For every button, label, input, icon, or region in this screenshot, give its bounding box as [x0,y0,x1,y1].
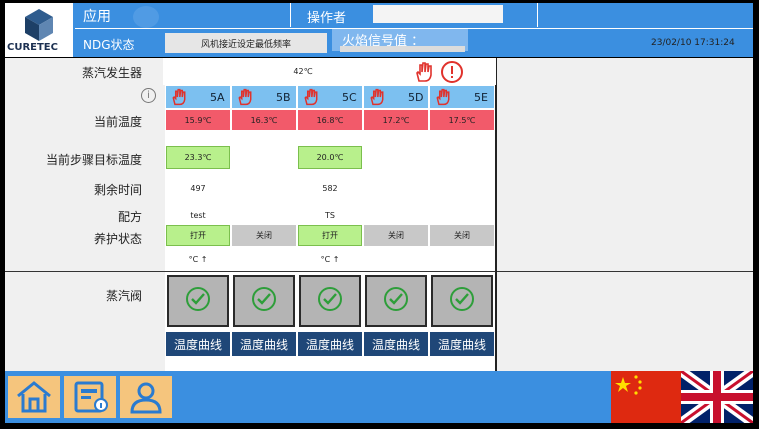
current-temp-cell: 16.3℃ [232,110,296,130]
ndg-status-field: 风机接近设定最低频率 [165,33,327,53]
hand-stop-icon[interactable] [413,61,435,83]
recipe-cell: test [190,210,206,220]
divider [5,271,753,272]
current-temp-cell: 16.8℃ [298,110,362,130]
chamber-name: 5B [276,91,291,104]
app-indicator-icon [133,6,159,28]
hand-stop-icon[interactable] [434,88,452,110]
divider [290,3,291,27]
ndg-label: NDG状态 [83,38,135,52]
hand-stop-icon[interactable] [236,88,254,110]
remaining-time-cell [430,181,494,195]
curing-status-cell[interactable]: 关闭 [364,225,428,246]
hand-stop-icon[interactable] [170,88,188,110]
info-icon[interactable]: i [141,88,156,103]
datetime: 23/02/10 17:31:24 [651,38,735,48]
home-icon [17,381,51,413]
report-button[interactable] [64,376,116,418]
app-label[interactable]: 应用 [83,6,111,26]
check-circle-icon [251,286,277,316]
steam-valve-indicator[interactable] [233,275,295,327]
home-button[interactable] [8,376,60,418]
divider [537,3,538,27]
check-circle-icon [449,286,475,316]
label-remaining-time: 剩余时间 [93,183,142,197]
divider [496,58,497,371]
alarm-icon[interactable] [440,60,464,84]
label-curing-status: 养护状态 [93,232,142,246]
label-current-temp: 当前温度 [93,115,142,129]
hand-stop-icon[interactable] [368,88,386,110]
operator-label: 操作者 [307,11,347,26]
steam-valve-indicator[interactable] [299,275,361,327]
china-flag-icon[interactable] [611,371,681,423]
recipe-cell [232,209,296,221]
check-circle-icon [383,286,409,316]
check-circle-icon [317,286,343,316]
current-temp-cell: 17.2℃ [364,110,428,130]
chamber-name: 5C [342,91,357,104]
logo: CURETEC [5,3,73,57]
logo-text: CURETEC [7,42,58,53]
user-icon [130,382,162,414]
target-temp-cell: 20.0℃ [298,146,362,169]
china-flag-stars [615,375,642,395]
temp-curve-button[interactable]: 温度曲线 [364,332,428,356]
chamber-name: 5E [474,91,488,104]
temp-curve-button[interactable]: 温度曲线 [298,332,362,356]
target-temp-cell: 23.3℃ [166,146,230,169]
label-recipe: 配方 [117,210,142,224]
label-steam-generator: 蒸汽发生器 [81,66,142,80]
report-icon [74,381,108,413]
recipe-cell [364,209,428,221]
flame-bar [340,46,465,52]
steam-valve-indicator[interactable] [167,275,229,327]
temp-curve-button[interactable]: 温度曲线 [430,332,494,356]
steam-valve-indicator[interactable] [365,275,427,327]
current-temp-cell: 17.5℃ [430,110,494,130]
recipe-cell [430,209,494,221]
curing-status-cell[interactable]: 打开 [166,225,230,246]
remaining-time-cell: 497 [190,183,206,193]
check-circle-icon [185,286,211,316]
chamber-name: 5D [408,91,424,104]
label-steam-valve: 蒸汽阀 [105,289,142,303]
operator-field[interactable] [373,5,503,23]
user-button[interactable] [120,376,172,418]
label-step-target-temp: 当前步骤目标温度 [45,153,142,167]
temp-trend-cell: °C ↑ [188,254,208,264]
curing-status-cell[interactable]: 关闭 [232,225,296,246]
steam-generator-temp: 42℃ [293,66,313,76]
temp-trend-cell: °C ↑ [320,254,340,264]
current-temp-cell: 15.9℃ [166,110,230,130]
chamber-name: 5A [210,91,225,104]
curing-status-cell[interactable]: 打开 [298,225,362,246]
hand-stop-icon[interactable] [302,88,320,110]
curing-status-cell[interactable]: 关闭 [430,225,494,246]
remaining-time-cell: 582 [322,183,338,193]
remaining-time-cell [232,181,296,195]
temp-curve-button[interactable]: 温度曲线 [232,332,296,356]
steam-valve-indicator[interactable] [431,275,493,327]
recipe-cell: TS [325,210,335,220]
temp-curve-button[interactable]: 温度曲线 [166,332,230,356]
remaining-time-cell [364,181,428,195]
uk-flag-icon[interactable] [678,366,756,428]
uk-flag-crosses [678,366,756,428]
